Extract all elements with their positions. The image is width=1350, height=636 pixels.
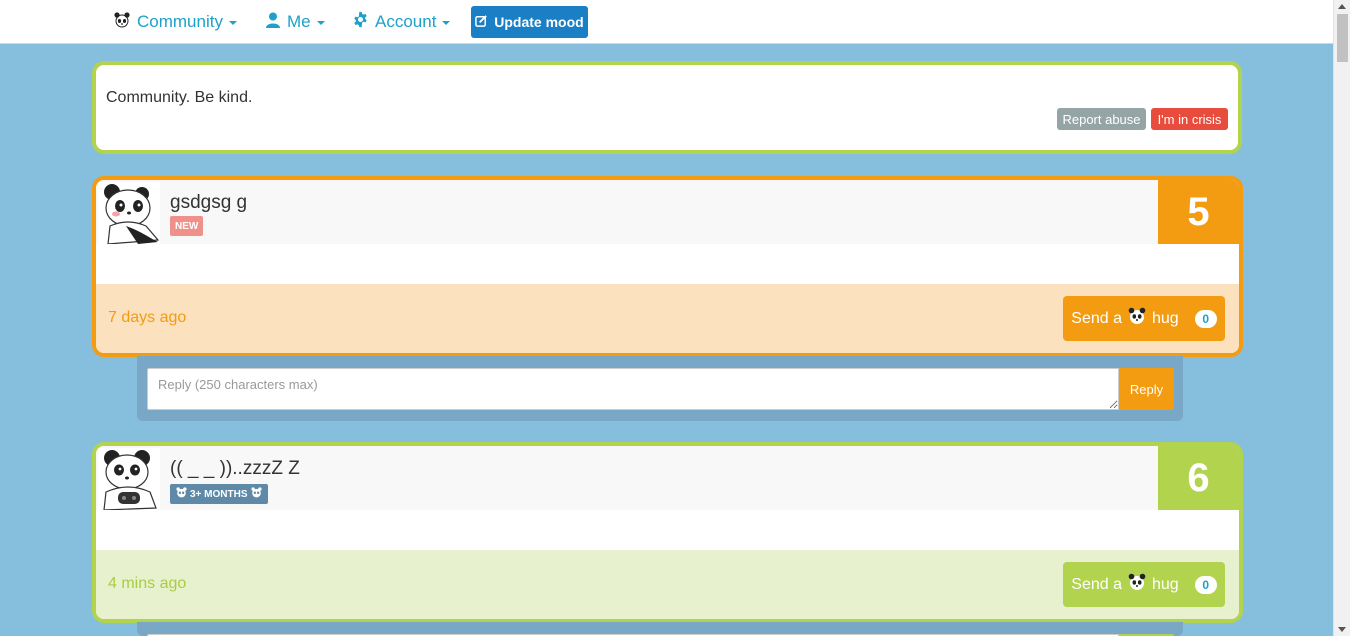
new-badge: NEW <box>170 216 204 236</box>
post-title: (( _ _ ))..zzzZ Z <box>170 458 300 479</box>
post-title: gsdgsg g <box>170 192 248 213</box>
nav-account-label: Account <box>375 12 437 31</box>
reply-button[interactable]: Reply <box>1119 368 1174 410</box>
post-timestamp: 7 days ago <box>108 309 187 326</box>
panda-icon <box>176 487 187 501</box>
update-mood-label: Update mood <box>494 14 584 30</box>
panda-icon <box>250 487 262 501</box>
top-navbar: Community Me Account Update mood <box>0 0 1333 44</box>
mood-score: 5 <box>1158 180 1239 244</box>
scroll-down-arrow-icon[interactable] <box>1338 627 1346 632</box>
update-mood-button[interactable]: Update mood <box>471 6 588 38</box>
gear-icon <box>352 11 369 33</box>
hug-prefix-label: Send a <box>1071 575 1122 593</box>
reply-panel <box>137 622 1183 636</box>
membership-badge: 3+ MONTHS <box>170 484 268 504</box>
nav-me-label: Me <box>287 12 311 31</box>
send-hug-button[interactable]: Send a hug 0 <box>1063 562 1225 607</box>
hug-count-badge: 0 <box>1194 309 1217 328</box>
nav-community-dropdown[interactable]: Community <box>113 0 237 44</box>
report-abuse-button[interactable]: Report abuse <box>1057 108 1146 130</box>
scroll-up-arrow-icon[interactable] <box>1338 4 1346 9</box>
post-card: gsdgsg g NEW 5 7 days ago Send a hug 0 <box>92 176 1243 357</box>
nav-account-dropdown[interactable]: Account <box>352 0 451 44</box>
hug-suffix-label: hug <box>1152 309 1179 327</box>
scroll-thumb[interactable] <box>1337 14 1348 62</box>
post-timestamp: 4 mins ago <box>108 575 187 592</box>
page-scrollbar[interactable] <box>1333 0 1350 636</box>
nav-me-dropdown[interactable]: Me <box>265 0 325 44</box>
membership-badge-label: 3+ MONTHS <box>190 488 248 500</box>
chevron-down-icon <box>316 21 325 25</box>
user-icon <box>265 12 281 33</box>
reply-panel: Reply <box>137 356 1183 421</box>
hug-prefix-label: Send a <box>1071 309 1122 327</box>
edit-icon <box>475 14 488 30</box>
community-notice-text: Community. Be kind. <box>106 89 253 106</box>
nav-community-label: Community <box>137 12 223 31</box>
avatar <box>98 448 160 511</box>
hug-count-badge: 0 <box>1194 575 1217 594</box>
post-footer: 7 days ago Send a hug 0 <box>96 284 1239 353</box>
post-card: (( _ _ ))..zzzZ Z 3+ MONTHS 6 4 mins ago… <box>92 442 1243 623</box>
mood-score: 6 <box>1158 446 1239 510</box>
community-notice-panel: Community. Be kind. Report abuse I'm in … <box>92 61 1242 154</box>
chevron-down-icon <box>442 21 451 25</box>
crisis-button[interactable]: I'm in crisis <box>1151 108 1228 130</box>
panda-icon <box>1128 573 1146 596</box>
post-header: (( _ _ ))..zzzZ Z 3+ MONTHS <box>96 446 1158 511</box>
panda-icon <box>113 11 131 34</box>
chevron-down-icon <box>228 21 237 25</box>
send-hug-button[interactable]: Send a hug 0 <box>1063 296 1225 341</box>
post-footer: 4 mins ago Send a hug 0 <box>96 550 1239 619</box>
panda-icon <box>1128 307 1146 330</box>
avatar <box>98 182 160 245</box>
hug-suffix-label: hug <box>1152 575 1179 593</box>
reply-input[interactable] <box>147 368 1119 410</box>
post-header: gsdgsg g NEW <box>96 180 1158 245</box>
